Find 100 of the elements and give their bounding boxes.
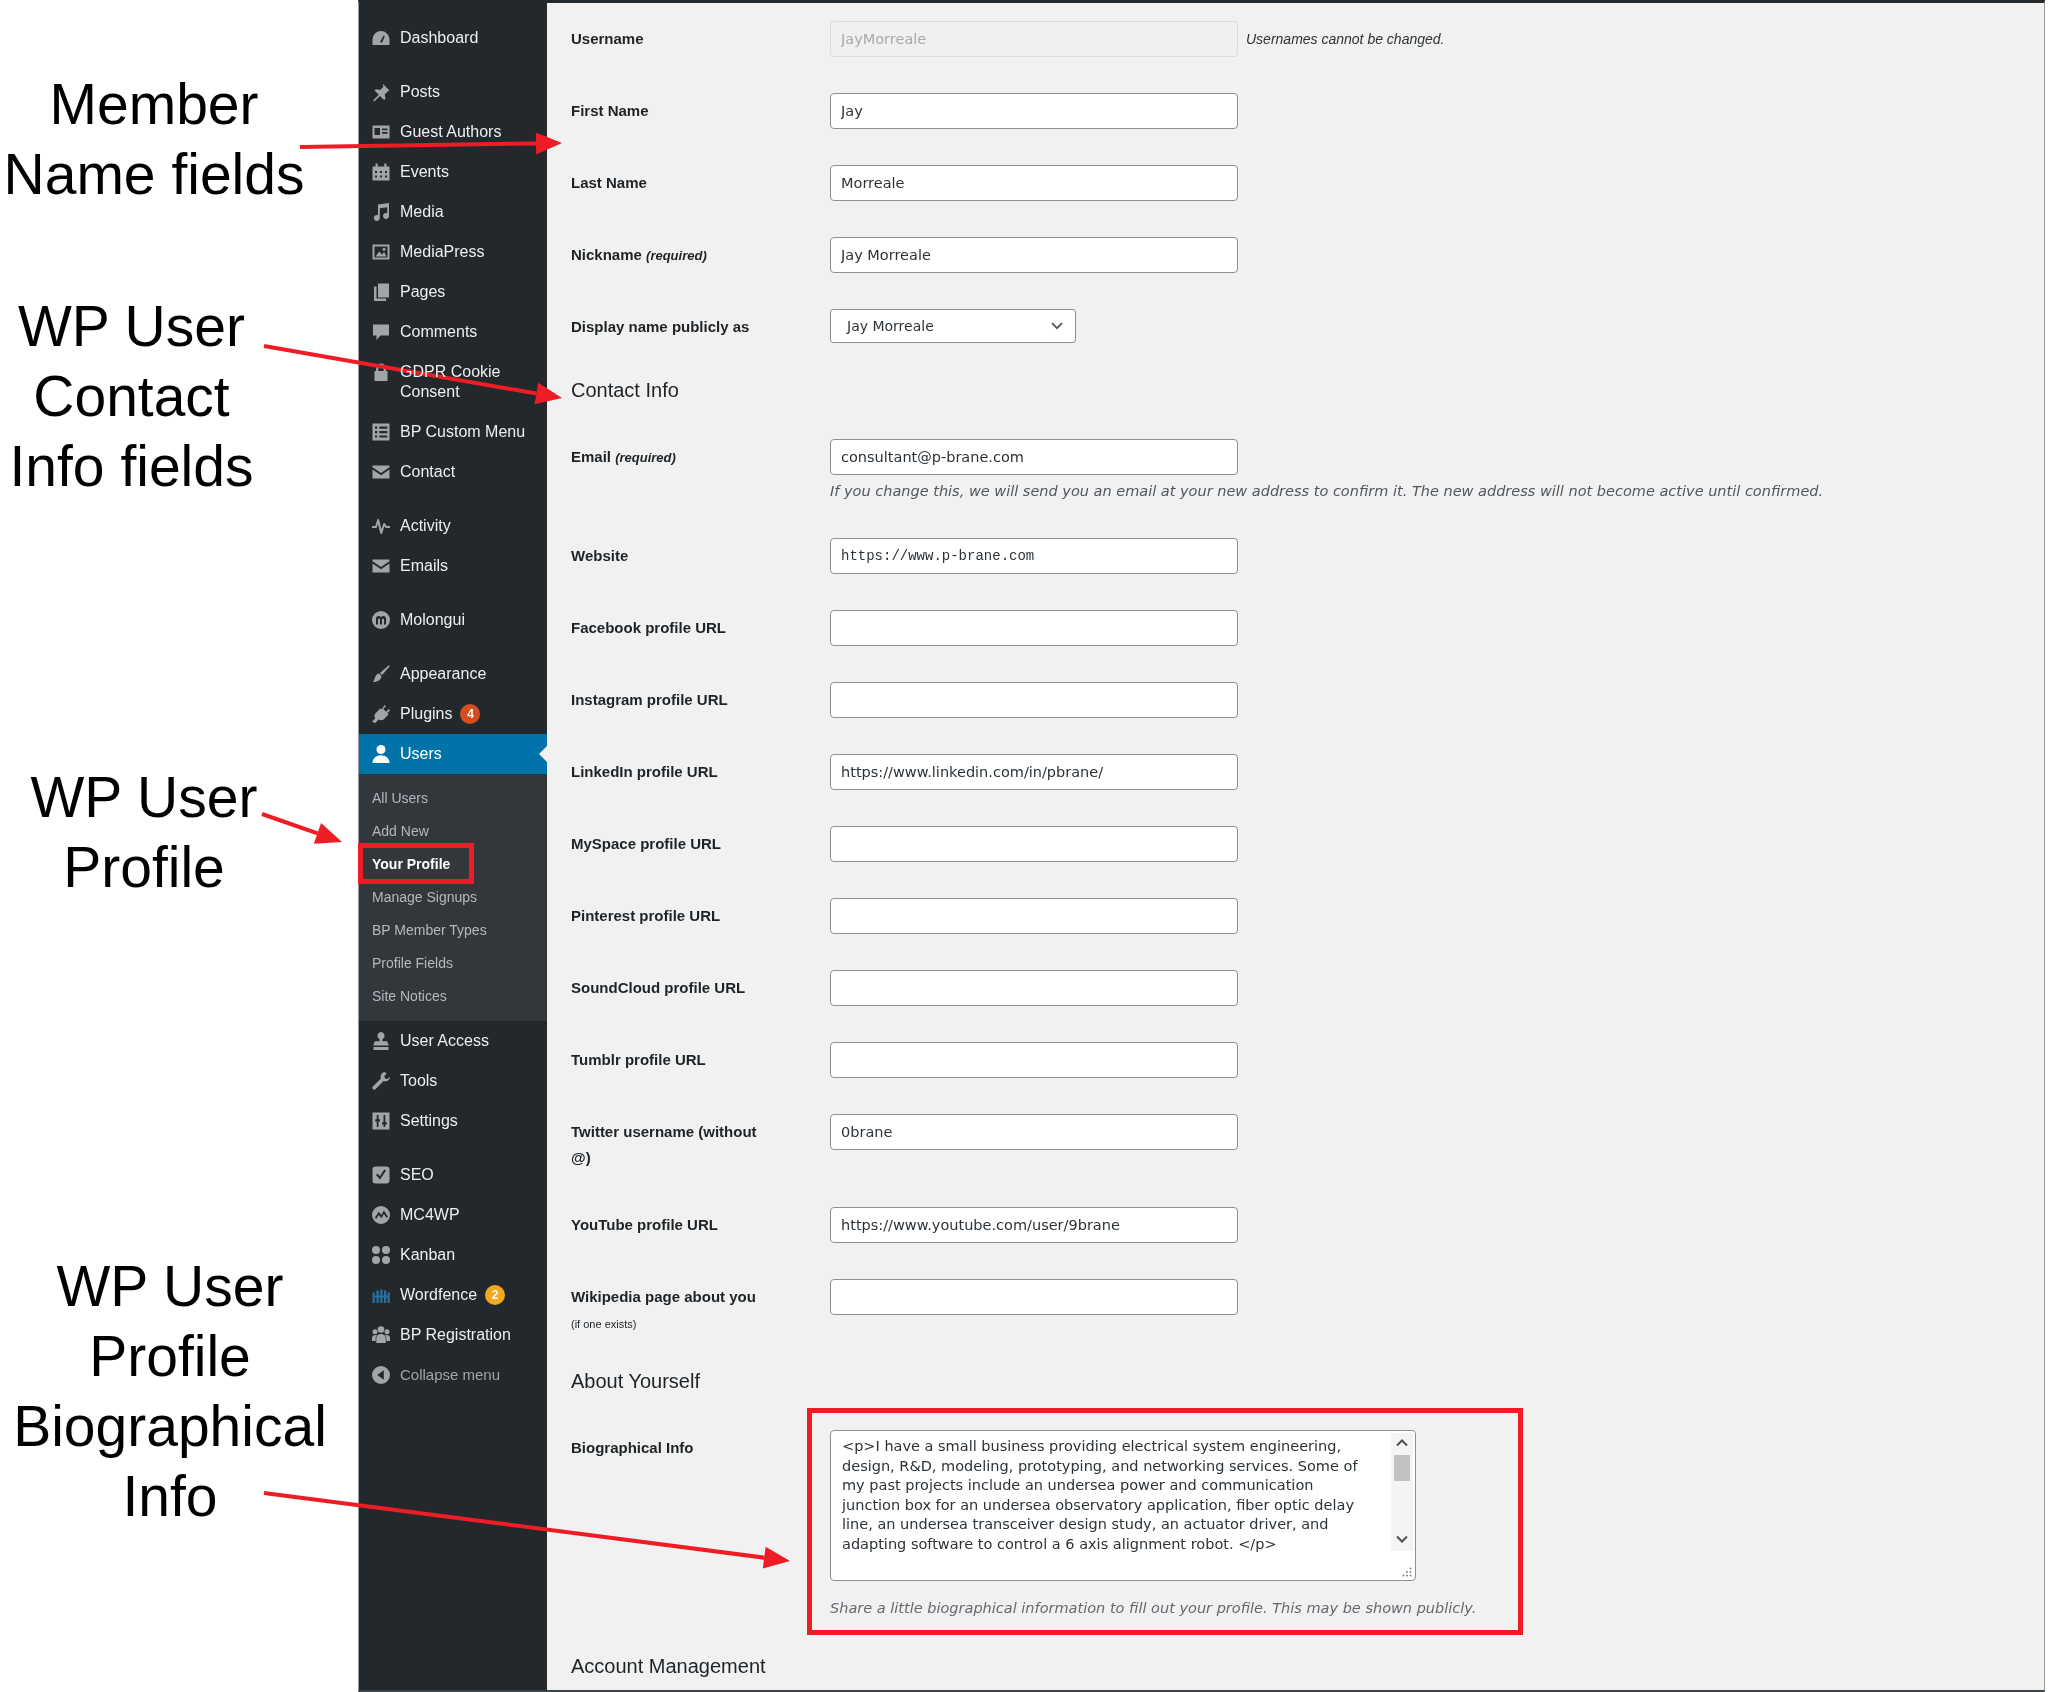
input-field[interactable]: https://www.linkedin.com/in/pbrane/ bbox=[830, 754, 1238, 790]
collapse-icon bbox=[371, 1365, 391, 1385]
submenu-item[interactable]: Profile Fields bbox=[359, 946, 547, 979]
menu-item[interactable]: Events bbox=[359, 152, 547, 192]
gauge-icon bbox=[371, 28, 391, 48]
callout-text: WP User Profile bbox=[29, 764, 259, 901]
pulse-icon bbox=[371, 516, 391, 536]
menu-item[interactable]: SEO bbox=[359, 1155, 547, 1195]
menu-item[interactable]: BP Registration bbox=[359, 1315, 547, 1355]
menu-item[interactable]: Appearance bbox=[359, 654, 547, 694]
submenu-item[interactable]: Add New bbox=[359, 814, 547, 847]
input-field[interactable]: Jay bbox=[830, 93, 1238, 129]
group-icon bbox=[371, 1325, 391, 1345]
field-label: Twitter username (without @) bbox=[571, 1122, 758, 1168]
input-field[interactable]: Jay Morreale bbox=[830, 237, 1238, 273]
field-label: Wikipedia page about you bbox=[571, 1287, 757, 1307]
section-heading: About Yourself bbox=[571, 1369, 701, 1394]
chevron-down-icon bbox=[1051, 322, 1063, 330]
wrench-icon bbox=[371, 1071, 391, 1091]
speech-bubble-icon bbox=[371, 322, 391, 342]
input-field[interactable]: consultant@p-brane.com bbox=[830, 439, 1238, 475]
input-field[interactable]: 0brane bbox=[830, 1114, 1238, 1150]
section-heading: Contact Info bbox=[571, 378, 680, 403]
field-description: If you change this, we will send you an email at your new address to confirm it. The new address will not become active until confirmed. bbox=[830, 482, 1824, 501]
menu-item[interactable]: MC4WP bbox=[359, 1195, 547, 1235]
menu-item[interactable]: Emails bbox=[359, 546, 547, 586]
resize-grip-icon[interactable] bbox=[1402, 1567, 1412, 1577]
menu-item[interactable]: Kanban bbox=[359, 1235, 547, 1275]
list-icon bbox=[371, 422, 391, 442]
image-icon bbox=[371, 242, 391, 262]
count-badge: 2 bbox=[485, 1285, 506, 1305]
section-heading: Account Management bbox=[571, 1654, 767, 1679]
input-field[interactable] bbox=[830, 1279, 1238, 1315]
plug-icon bbox=[371, 704, 391, 724]
field-label: Facebook profile URL bbox=[571, 618, 728, 638]
menu-item[interactable]: BP Custom Menu bbox=[359, 412, 547, 452]
callout-text: WP User Profile Biographical Info bbox=[12, 1253, 328, 1530]
documents-icon bbox=[371, 282, 391, 302]
field-label: MySpace profile URL bbox=[571, 834, 723, 854]
field-label: Tumblr profile URL bbox=[571, 1050, 707, 1070]
submenu-item[interactable]: All Users bbox=[359, 781, 547, 814]
input-field[interactable] bbox=[830, 682, 1238, 718]
music-note-icon bbox=[371, 202, 391, 222]
menu-item[interactable]: Users bbox=[359, 734, 547, 774]
field-description: Share a little biographical information to fill out your profile. This may be shown publicly. bbox=[830, 1599, 1477, 1618]
menu-item[interactable]: Tools bbox=[359, 1061, 547, 1101]
input-field[interactable] bbox=[830, 898, 1238, 934]
menu-item[interactable]: Contact bbox=[359, 452, 547, 492]
field-label: Username bbox=[571, 29, 645, 49]
submenu-item[interactable]: Site Notices bbox=[359, 979, 547, 1012]
field-label: Biographical Info bbox=[571, 1438, 695, 1458]
dropdown[interactable]: Jay Morreale bbox=[830, 309, 1076, 343]
field-label: Pinterest profile URL bbox=[571, 906, 722, 926]
paintbrush-icon bbox=[371, 664, 391, 684]
menu-item[interactable]: Molongui bbox=[359, 600, 547, 640]
person-icon bbox=[371, 744, 391, 764]
menu-item[interactable]: Dashboard bbox=[359, 18, 547, 58]
input-field[interactable]: https://www.p-brane.com bbox=[830, 538, 1238, 574]
pushpin-icon bbox=[371, 82, 391, 102]
textarea-field[interactable]: <p>I have a small business providing electrical system engineering, design, R&D, modeling, prototyping, and networking services. Some of my past projects include an undersea power and communication junction box for an undersea observatory application, fiber optic delay line, an undersea transceiver design study, an actuator driver, and adapting software to control a 6 axis alignment robot. </p> bbox=[830, 1430, 1416, 1581]
submenu-item[interactable]: Your Profile bbox=[359, 847, 547, 880]
field-label: SoundCloud profile URL bbox=[571, 978, 747, 998]
check-badge-icon bbox=[371, 1165, 391, 1185]
input-field[interactable] bbox=[830, 610, 1238, 646]
field-label: First Name bbox=[571, 101, 650, 121]
submenu-item[interactable]: Manage Signups bbox=[359, 880, 547, 913]
menu-item[interactable]: MediaPress bbox=[359, 232, 547, 272]
menu-item[interactable]: Posts bbox=[359, 72, 547, 112]
field-label: Display name publicly as bbox=[571, 317, 751, 337]
menu-item[interactable]: Settings bbox=[359, 1101, 547, 1141]
menu-item[interactable]: User Access bbox=[359, 1021, 547, 1061]
input-field[interactable]: https://www.youtube.com/user/9brane bbox=[830, 1207, 1238, 1243]
menu-item[interactable]: Activity bbox=[359, 506, 547, 546]
field-label: Website bbox=[571, 546, 630, 566]
field-label: LinkedIn profile URL bbox=[571, 762, 719, 782]
input-field[interactable]: Morreale bbox=[830, 165, 1238, 201]
field-label: Nickname (required) bbox=[571, 245, 708, 265]
menu-item[interactable]: Wordfence 2 bbox=[359, 1275, 547, 1315]
callout-text: WP User Contact Info fields bbox=[8, 293, 255, 500]
submenu-item[interactable]: BP Member Types bbox=[359, 913, 547, 946]
field-note: Usernames cannot be changed. bbox=[1246, 31, 1445, 47]
input-field[interactable] bbox=[830, 970, 1238, 1006]
menu-item[interactable]: Comments bbox=[359, 312, 547, 352]
menu-item[interactable]: Plugins 4 bbox=[359, 694, 547, 734]
circle-zigzag-icon bbox=[371, 1205, 391, 1225]
input-field[interactable] bbox=[830, 826, 1238, 862]
menu-item[interactable]: Media bbox=[359, 192, 547, 232]
count-badge: 4 bbox=[460, 704, 481, 724]
circle-logo-icon bbox=[371, 610, 391, 630]
menu-item[interactable]: Guest Authors bbox=[359, 112, 547, 152]
collapse-menu-button[interactable]: Collapse menu bbox=[359, 1355, 547, 1395]
input-field[interactable] bbox=[830, 1042, 1238, 1078]
sliders-icon bbox=[371, 1111, 391, 1131]
scrollbar[interactable] bbox=[1391, 1433, 1413, 1551]
field-label: Instagram profile URL bbox=[571, 690, 729, 710]
menu-item[interactable]: Pages bbox=[359, 272, 547, 312]
field-label: Last Name bbox=[571, 173, 648, 193]
four-dots-icon bbox=[371, 1245, 391, 1265]
callout-text: Member Name fields bbox=[2, 71, 306, 208]
field-label: Email (required) bbox=[571, 447, 677, 467]
